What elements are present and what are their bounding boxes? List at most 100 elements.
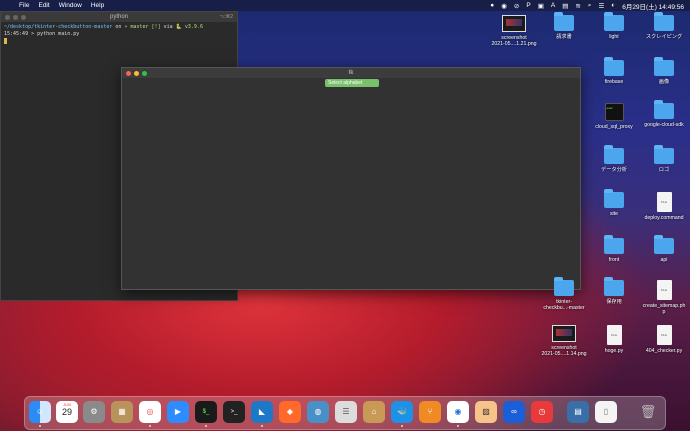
desktop-icon[interactable]: FILE 404_checker.py (638, 325, 690, 354)
sequel-pro-icon[interactable]: ☰ (335, 401, 357, 423)
wifi-icon[interactable]: ≋ (575, 2, 580, 10)
folder-icon (654, 235, 674, 254)
desktop-icon[interactable]: ロゴ (638, 145, 690, 173)
trash-icon[interactable]: 🗑 (637, 401, 659, 423)
control-center-icon[interactable]: ☰ (598, 2, 604, 10)
desktop-icon[interactable]: FILE deploy.command (638, 192, 690, 221)
python-icon: 🐍 (175, 24, 182, 30)
document-icon: FILE (656, 280, 672, 300)
desktop-icon[interactable]: api (638, 235, 690, 263)
minimize-button[interactable] (13, 15, 18, 20)
desktop-icon[interactable]: screenshot 2021-05....1.21.png (488, 15, 540, 47)
menu-edit[interactable]: Edit (38, 2, 49, 9)
desktop-icon-label: hoge.py (604, 348, 624, 354)
prompt-status: [!] (151, 24, 161, 30)
desktop-icon-label: cloud_sql_proxy (595, 124, 633, 130)
finder-icon[interactable]: ☺ (29, 401, 51, 423)
desktop-icon-label: create_sitemap.ph p (642, 303, 686, 315)
search-icon[interactable]: ⌕ (588, 2, 592, 10)
desktop-icon[interactable]: screenshot 2021-05....1.14.png (538, 325, 590, 357)
tk-window[interactable]: tk Select alphabet (121, 67, 581, 290)
calendar-day: 29 (61, 407, 72, 417)
iterm-icon[interactable]: $_ (195, 401, 217, 423)
document-stack-icon[interactable]: ▯ (595, 401, 617, 423)
prompt-branch: master (130, 24, 149, 30)
desktop-icon-label: site (609, 211, 619, 217)
folder-icon (604, 57, 624, 76)
menu-window[interactable]: Window (59, 2, 82, 9)
desktop-icon[interactable]: 画像 (638, 57, 690, 85)
document-icon: FILE (606, 325, 622, 345)
terminal-output[interactable]: ~/desktop/tkinter-checkbutton-master on … (1, 22, 237, 48)
close-button[interactable] (5, 15, 10, 20)
desktop-icon-label: 保存用 (606, 299, 622, 305)
system-preferences-icon[interactable]: ⚙ (83, 401, 105, 423)
dock: ☺ JUN 29 ⚙ ▦ ◎ ▶ $_ >_ ◣ ◆ ◍ ☰ ⌂ 🐳 ⑂ ◉ ▨… (24, 396, 666, 430)
archive-icon[interactable]: ⌂ (363, 401, 385, 423)
folder-icon (604, 145, 624, 164)
desktop-icon[interactable]: firebase (588, 57, 640, 85)
tk-titlebar[interactable]: tk (122, 68, 580, 78)
desktop-icon-label: 404_checker.py (645, 348, 683, 354)
desktop-icon[interactable]: front (588, 235, 640, 263)
desktop-icon-label: api (660, 257, 668, 263)
sourcetree-alt-icon[interactable]: ◉ (447, 401, 469, 423)
status-icon-5[interactable]: ▣ (538, 2, 544, 10)
vscode-icon[interactable]: ◣ (251, 401, 273, 423)
menu-clock[interactable]: 6月29日(土) 14:49:56 (622, 1, 684, 11)
select-alphabet-button[interactable]: Select alphabet (325, 79, 379, 87)
downloads-stack-icon[interactable]: ▤ (567, 401, 589, 423)
desktop-icon[interactable]: google-cloud-sdk (638, 100, 690, 128)
menu-help[interactable]: Help (91, 2, 104, 9)
desktop-icon[interactable]: tkinter- checkbu...-master (538, 277, 590, 311)
desktop-icon[interactable]: light (588, 12, 640, 40)
folder-icon (654, 145, 674, 164)
preview-icon[interactable]: ◍ (307, 401, 329, 423)
terminal-shortcut: ⌥⌘2 (219, 14, 233, 20)
desktop-icon-label: 請求書 (556, 34, 572, 40)
tk-close-button[interactable] (126, 71, 131, 76)
status-icon-7[interactable]: ▤ (562, 2, 568, 10)
zoom-button[interactable] (21, 15, 26, 20)
chrome-icon[interactable]: ◎ (139, 401, 161, 423)
prompt-via: via (163, 24, 173, 30)
status-icon-4[interactable]: P (526, 2, 530, 9)
infinity-icon[interactable]: ∞ (503, 401, 525, 423)
desktop-icon-label: tkinter- checkbu...-master (543, 299, 585, 311)
clock-app-icon[interactable]: ◷ (531, 401, 553, 423)
siri-icon[interactable]: ◐ (611, 2, 615, 9)
prompt-path: ~/desktop/tkinter-checkbutton-master (4, 24, 113, 30)
terminal-app-icon[interactable]: >_ (223, 401, 245, 423)
terminal-titlebar[interactable]: python ⌥⌘2 (1, 12, 237, 22)
folder-icon (554, 277, 574, 296)
tk-zoom-button[interactable] (142, 71, 147, 76)
image-thumbnail-icon (502, 15, 526, 32)
desktop-icon[interactable]: データ分析 (588, 145, 640, 173)
desktop-icon[interactable]: 保存用 (588, 277, 640, 305)
sourcetree-icon[interactable]: ⑂ (419, 401, 441, 423)
desktop-icon[interactable]: FILE create_sitemap.ph p (638, 280, 690, 315)
desktop-icon[interactable]: FILE hoge.py (588, 325, 640, 354)
status-icon-1[interactable]: ● (490, 2, 494, 9)
status-icon-3[interactable]: ⊘ (514, 2, 519, 10)
desktop-icon[interactable]: 請求書 (538, 12, 590, 40)
status-icon-6[interactable]: A (551, 2, 555, 9)
prompt-version: v3.9.6 (184, 24, 203, 30)
desktop-icon[interactable]: exec cloud_sql_proxy (588, 103, 640, 130)
tk-title: tk (348, 70, 354, 76)
desktop-icon-label: deploy.command (644, 215, 684, 221)
postman-icon[interactable]: ◆ (279, 401, 301, 423)
zoom-app-icon[interactable]: ▶ (167, 401, 189, 423)
desktop-icon[interactable]: site (588, 189, 640, 217)
folder-icon (654, 12, 674, 31)
desktop-icon[interactable]: スクレイピング (638, 12, 690, 40)
archive-utility-icon[interactable]: ▦ (111, 401, 133, 423)
menu-bar: python File Edit Window Help ● ◉ ⊘ P ▣ A… (0, 0, 690, 19)
tk-minimize-button[interactable] (134, 71, 139, 76)
folder-icon (604, 277, 624, 296)
status-icon-2[interactable]: ◉ (501, 2, 507, 10)
preview-photo-icon[interactable]: ▨ (475, 401, 497, 423)
calendar-icon[interactable]: JUN 29 (56, 401, 78, 423)
docker-icon[interactable]: 🐳 (391, 401, 413, 423)
desktop-icon-label: front (608, 257, 620, 263)
